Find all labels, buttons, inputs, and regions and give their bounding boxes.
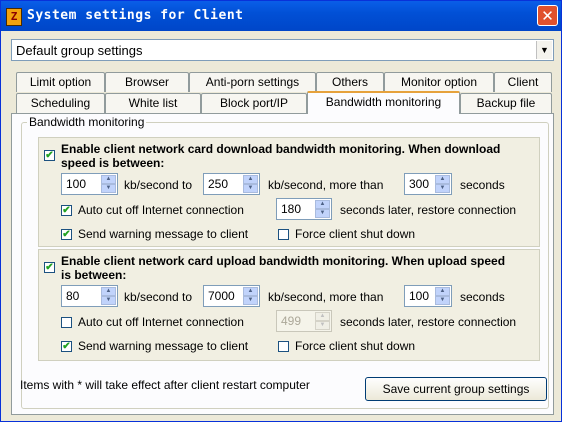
download-duration-spinner[interactable]: 300 ▲ ▼	[404, 173, 452, 195]
spin-up-icon[interactable]: ▲	[435, 175, 450, 184]
chevron-down-icon[interactable]: ▼	[536, 41, 552, 59]
upload-max-value: 7000	[208, 289, 235, 303]
upload-enable-label-line2: is between:	[61, 268, 127, 282]
settings-window: Z System settings for Client ✕ Default g…	[0, 0, 562, 422]
title-bar[interactable]: Z System settings for Client ✕	[1, 1, 561, 31]
upload-duration-spinner[interactable]: 100 ▲ ▼	[404, 285, 452, 307]
tab-limit-option[interactable]: Limit option	[16, 72, 105, 92]
download-min-spinner[interactable]: 100 ▲ ▼	[61, 173, 118, 195]
upload-min-value: 80	[66, 289, 80, 303]
spin-down-icon[interactable]: ▼	[101, 296, 116, 305]
upload-duration-value: 100	[409, 289, 430, 303]
download-max-spinner[interactable]: 250 ▲ ▼	[203, 173, 260, 195]
spin-up-icon[interactable]: ▲	[101, 175, 116, 184]
download-restore-label: seconds later, restore connection	[340, 203, 517, 217]
spin-down-icon[interactable]: ▼	[243, 296, 258, 305]
upload-auto-cut-checkbox[interactable]	[61, 317, 72, 328]
group-select-value: Default group settings	[16, 43, 143, 58]
download-unit3: seconds	[460, 178, 505, 192]
download-send-warning-label: Send warning message to client	[78, 227, 249, 241]
spin-down-icon[interactable]: ▼	[435, 184, 450, 193]
footer-note: Items with * will take effect after clie…	[20, 378, 310, 392]
upload-unit3: seconds	[460, 290, 505, 304]
download-max-value: 250	[208, 177, 229, 191]
spin-up-icon[interactable]: ▲	[315, 200, 330, 209]
download-auto-cut-checkbox[interactable]: ✔	[61, 205, 72, 216]
save-group-settings-button[interactable]: Save current group settings	[365, 377, 547, 401]
upload-force-shutdown-checkbox[interactable]	[278, 341, 289, 352]
spin-down-icon[interactable]: ▼	[315, 209, 330, 218]
tab-bandwidth-monitoring[interactable]: Bandwidth monitoring	[307, 91, 460, 114]
tab-scheduling[interactable]: Scheduling	[16, 93, 105, 113]
groupbox-title: Bandwidth monitoring	[27, 115, 147, 129]
upload-force-shutdown-label: Force client shut down	[295, 339, 416, 353]
download-force-shutdown-checkbox[interactable]	[278, 229, 289, 240]
download-send-warning-checkbox[interactable]: ✔	[61, 229, 72, 240]
app-icon: Z	[6, 8, 22, 26]
tab-anti-porn-settings[interactable]: Anti-porn settings	[189, 72, 316, 92]
spin-down-icon[interactable]: ▼	[435, 296, 450, 305]
upload-enable-label-line1: Enable client network card upload bandwi…	[61, 254, 506, 268]
spin-up-icon[interactable]: ▲	[101, 287, 116, 296]
upload-restore-label: seconds later, restore connection	[340, 315, 517, 329]
spin-up-icon[interactable]: ▲	[435, 287, 450, 296]
close-icon[interactable]: ✕	[537, 5, 558, 26]
window-title: System settings for Client	[27, 8, 244, 23]
spin-up-icon[interactable]: ▲	[315, 312, 330, 321]
spin-down-icon[interactable]: ▼	[243, 184, 258, 193]
upload-send-warning-label: Send warning message to client	[78, 339, 249, 353]
spin-down-icon[interactable]: ▼	[315, 321, 330, 330]
tab-white-list[interactable]: White list	[105, 93, 201, 113]
download-unit1: kb/second to	[124, 178, 193, 192]
download-duration-value: 300	[409, 177, 430, 191]
upload-restore-spinner[interactable]: 499 ▲ ▼	[276, 310, 332, 332]
download-enable-label-line1: Enable client network card download band…	[61, 142, 501, 156]
upload-restore-value: 499	[281, 314, 302, 328]
download-restore-value: 180	[281, 202, 302, 216]
upload-unit1: kb/second to	[124, 290, 193, 304]
upload-unit2: kb/second, more than	[268, 290, 384, 304]
tab-monitor-option[interactable]: Monitor option	[384, 72, 494, 92]
download-auto-cut-label: Auto cut off Internet connection	[78, 203, 244, 217]
tab-block-port-ip[interactable]: Block port/IP	[201, 93, 307, 113]
download-restore-spinner[interactable]: 180 ▲ ▼	[276, 198, 332, 220]
upload-enable-checkbox[interactable]: ✔	[44, 262, 55, 273]
spin-up-icon[interactable]: ▲	[243, 175, 258, 184]
download-force-shutdown-label: Force client shut down	[295, 227, 416, 241]
tab-backup-file[interactable]: Backup file	[460, 93, 552, 113]
download-unit2: kb/second, more than	[268, 178, 384, 192]
download-enable-label-line2: speed is between:	[61, 156, 165, 170]
upload-auto-cut-label: Auto cut off Internet connection	[78, 315, 244, 329]
tab-browser[interactable]: Browser	[105, 72, 189, 92]
tab-others[interactable]: Others	[316, 72, 384, 92]
upload-min-spinner[interactable]: 80 ▲ ▼	[61, 285, 118, 307]
upload-max-spinner[interactable]: 7000 ▲ ▼	[203, 285, 260, 307]
group-select[interactable]: Default group settings ▼	[11, 39, 554, 61]
upload-send-warning-checkbox[interactable]: ✔	[61, 341, 72, 352]
spin-down-icon[interactable]: ▼	[101, 184, 116, 193]
download-min-value: 100	[66, 177, 87, 191]
spin-up-icon[interactable]: ▲	[243, 287, 258, 296]
download-enable-checkbox[interactable]: ✔	[44, 150, 55, 161]
tab-client[interactable]: Client	[494, 72, 552, 92]
